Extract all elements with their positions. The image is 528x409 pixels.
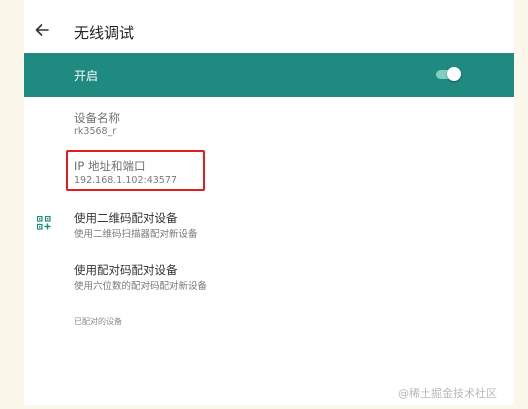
ip-highlight-annotation (66, 150, 205, 191)
settings-screen: 无线调试 开启 设备名称 rk3568_r IP 地址和端口 192.168.1… (24, 0, 514, 405)
arrow-back-icon[interactable] (32, 20, 52, 40)
pair-qr-row[interactable]: 使用二维码配对设备 使用二维码扫描器配对新设备 (24, 202, 514, 248)
qr-code-add-icon (36, 215, 51, 230)
pair-qr-subtitle: 使用二维码扫描器配对新设备 (74, 229, 198, 240)
device-name-value: rk3568_r (74, 126, 117, 137)
wireless-debugging-switch[interactable] (436, 67, 461, 81)
page-title: 无线调试 (74, 24, 135, 42)
paired-devices-header: 已配对的设备 (74, 317, 122, 326)
toggle-label: 开启 (74, 69, 99, 83)
pair-code-row[interactable]: 使用配对码配对设备 使用六位数的配对码配对新设备 (24, 254, 514, 300)
switch-thumb (447, 67, 461, 81)
pair-code-title: 使用配对码配对设备 (74, 263, 178, 277)
pair-qr-title: 使用二维码配对设备 (74, 211, 178, 225)
device-name-label: 设备名称 (74, 111, 120, 125)
watermark: @稀土掘金技术社区 (398, 387, 497, 400)
device-name-row[interactable]: 设备名称 rk3568_r (24, 100, 514, 146)
pair-code-subtitle: 使用六位数的配对码配对新设备 (74, 281, 208, 292)
wireless-debugging-toggle-row[interactable]: 开启 (24, 53, 514, 97)
